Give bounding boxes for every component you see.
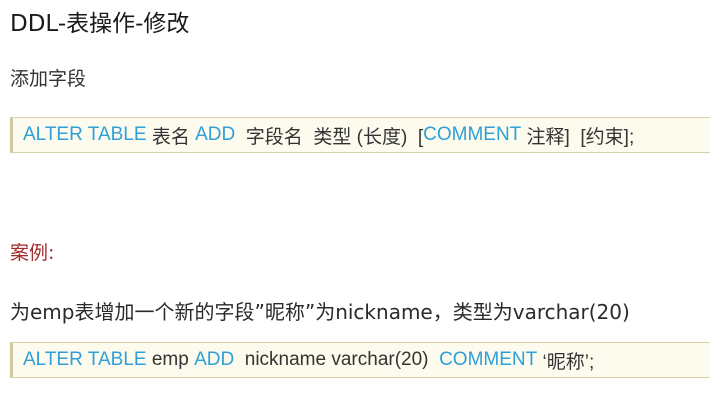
keyword-add: ADD bbox=[194, 349, 235, 370]
keyword-comment: COMMENT bbox=[423, 124, 522, 145]
case-description: 为emp表增加一个新的字段”昵称”为nickname，类型为varchar(20… bbox=[10, 300, 630, 324]
keyword-comment: COMMENT bbox=[439, 349, 538, 370]
column-definition: nickname varchar(20) bbox=[234, 349, 440, 370]
section-heading: 添加字段 bbox=[10, 68, 87, 90]
syntax-code-block: ALTER TABLE 表名 ADD 字段名 类型 (长度) [ COMMENT… bbox=[10, 117, 710, 153]
field-definition-placeholder: 字段名 类型 (长度) [ bbox=[235, 126, 424, 148]
example-code-block: ALTER TABLE emp ADD nickname varchar(20)… bbox=[10, 342, 710, 378]
comment-value: ‘昵称’; bbox=[537, 351, 595, 373]
case-heading: 案例: bbox=[10, 242, 55, 264]
keyword-add: ADD bbox=[195, 124, 236, 145]
table-name: emp bbox=[146, 349, 195, 370]
comment-and-constraint-placeholder: 注释] [约束]; bbox=[521, 126, 635, 148]
table-name-placeholder: 表名 bbox=[146, 126, 196, 148]
page-title: DDL-表操作-修改 bbox=[10, 11, 190, 37]
keyword-alter-table: ALTER TABLE bbox=[23, 349, 147, 370]
keyword-alter-table: ALTER TABLE bbox=[23, 124, 147, 145]
